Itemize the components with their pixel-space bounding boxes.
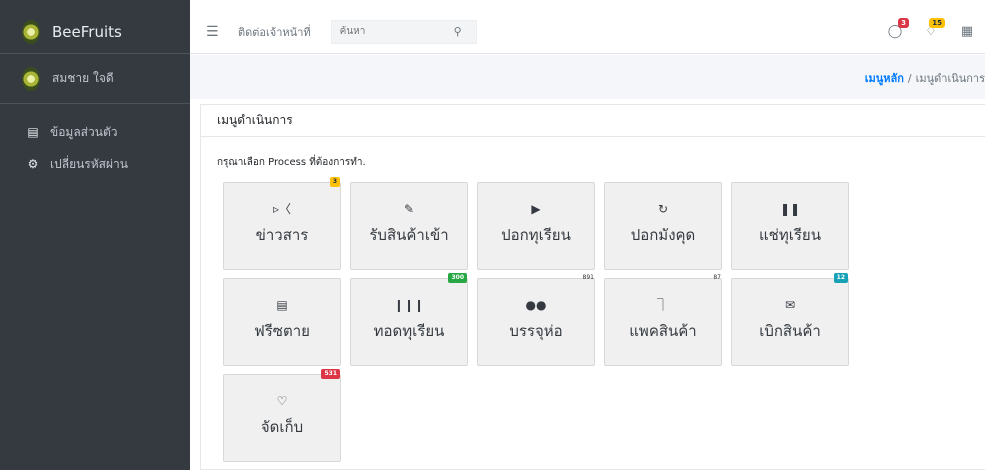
tile-label: ข่าวสาร xyxy=(255,226,309,244)
search-input[interactable] xyxy=(331,26,452,37)
top-navbar: ☰ ติดต่อเจ้าหน้าที่ ⚲ ◯ 3 ♢ 15 ▦ xyxy=(190,10,985,54)
card-body: กรุณาเลือก Process ที่ต้องการทำ. xyxy=(201,137,985,170)
tile-label: ทอดทุเรียน xyxy=(373,322,445,340)
contact-staff-link[interactable]: ติดต่อเจ้าหน้าที่ xyxy=(238,23,311,41)
tile-receive-goods[interactable]: ✎ รับสินค้าเข้า xyxy=(350,182,468,270)
search-box: ⚲ xyxy=(330,19,477,44)
users-icon: ●● xyxy=(525,298,547,312)
avatar xyxy=(22,66,40,91)
breadcrumb-home-link[interactable]: เมนูหลัก xyxy=(865,72,904,85)
tile-label: ปอกทุเรียน xyxy=(501,226,571,244)
tile-peel-mangosteen[interactable]: ↻ ปอกมังคุด xyxy=(604,182,722,270)
tile-news[interactable]: ▹〈 ข่าวสาร 3 xyxy=(223,177,341,270)
tile-badge: 12 xyxy=(833,273,848,283)
breadcrumb-separator: / xyxy=(907,72,912,85)
tile-storage[interactable]: ♡ จัดเก็บ 531 xyxy=(223,369,341,462)
tile-count: 891 xyxy=(582,274,594,281)
instruction-text: กรุณาเลือก Process ที่ต้องการทำ. xyxy=(217,157,366,168)
tile-label: ปอกมังคุด xyxy=(630,226,696,244)
brand-name: BeeFruits xyxy=(52,22,122,41)
tile-badge: 3 xyxy=(329,177,340,187)
megaphone-icon: ▹〈 xyxy=(272,202,292,216)
notifications-badge: 15 xyxy=(929,18,945,28)
tile-soak-durian[interactable]: ❚❚ แช่ทุเรียน xyxy=(731,182,849,270)
edit-icon: ✎ xyxy=(403,202,415,216)
process-menu-card: เมนูดำเนินการ กรุณาเลือก Process ที่ต้อง… xyxy=(200,104,985,470)
inbox-icon: ⏋ xyxy=(656,298,669,312)
tile-withdraw-goods[interactable]: ✉ เบิกสินค้า 12 xyxy=(731,273,849,366)
id-card-icon: ▤ xyxy=(27,125,39,139)
sidebar-nav: ▤ ข้อมูลส่วนตัว ⚙ เปลี่ยนรหัสผ่าน xyxy=(0,104,190,174)
grid-icon: ▦ xyxy=(960,24,974,39)
tile-label: จัดเก็บ xyxy=(260,418,304,436)
save-icon: ▤ xyxy=(276,298,288,312)
tile-label: บรรจุห่อ xyxy=(509,322,563,340)
messages-badge: 3 xyxy=(898,18,909,28)
tile-freeze[interactable]: ▤ ฟรีซตาย xyxy=(223,278,341,366)
tile-badge: 531 xyxy=(321,369,340,379)
sidebar: BeeFruits สมชาย ใจดี ▤ ข้อมูลส่วนตัว ⚙ เ… xyxy=(0,0,190,470)
user-name: สมชาย ใจดี xyxy=(52,71,114,85)
content-header: เมนูหลัก / เมนูดำเนินการ xyxy=(190,55,985,99)
tile-badge: 300 xyxy=(448,273,467,283)
messages-button[interactable]: ◯ 3 xyxy=(885,18,909,39)
sidebar-item-profile[interactable]: ▤ ข้อมูลส่วนตัว xyxy=(0,122,190,142)
breadcrumb: เมนูหลัก / เมนูดำเนินการ xyxy=(865,69,985,87)
tile-count: 87 xyxy=(713,274,721,281)
apps-grid-button[interactable]: ▦ xyxy=(957,24,977,39)
barcode-icon: ❙❙❙ xyxy=(393,298,425,312)
tile-label: แพคสินค้า xyxy=(629,322,697,340)
tile-packaging[interactable]: ●● บรรจุห่อ 891 xyxy=(477,274,595,366)
heart-icon: ♡ xyxy=(276,394,288,408)
redo-icon: ↻ xyxy=(657,202,669,216)
card-title: เมนูดำเนินการ xyxy=(201,105,985,137)
search-icon[interactable]: ⚲ xyxy=(454,25,462,38)
sidebar-item-label: เปลี่ยนรหัสผ่าน xyxy=(50,156,128,171)
brand-link[interactable]: BeeFruits xyxy=(0,10,190,54)
gear-icon: ⚙ xyxy=(27,157,39,171)
sidebar-item-change-password[interactable]: ⚙ เปลี่ยนรหัสผ่าน xyxy=(0,154,190,174)
tile-peel-durian[interactable]: ▶ ปอกทุเรียน xyxy=(477,182,595,270)
tile-label: แช่ทุเรียน xyxy=(759,226,821,244)
tile-pack-goods[interactable]: ⏋ แพคสินค้า 87 xyxy=(604,274,722,366)
tile-label: รับสินค้าเข้า xyxy=(369,226,449,244)
play-icon: ▶ xyxy=(531,202,541,216)
tile-fry-durian[interactable]: ❙❙❙ ทอดทุเรียน 300 xyxy=(350,273,468,366)
navbar-right: ◯ 3 ♢ 15 ▦ xyxy=(885,18,985,39)
sidebar-item-label: ข้อมูลส่วนตัว xyxy=(50,124,118,139)
brand-logo xyxy=(22,19,40,44)
tile-label: เบิกสินค้า xyxy=(759,322,821,340)
tile-label: ฟรีซตาย xyxy=(254,322,310,340)
pause-icon: ❚❚ xyxy=(779,202,801,216)
envelope-icon: ✉ xyxy=(784,298,796,312)
notifications-button[interactable]: ♢ 15 xyxy=(921,18,945,39)
user-panel[interactable]: สมชาย ใจดี xyxy=(0,54,190,104)
hamburger-menu-icon[interactable]: ☰ xyxy=(206,24,222,40)
breadcrumb-current: เมนูดำเนินการ xyxy=(915,72,985,85)
